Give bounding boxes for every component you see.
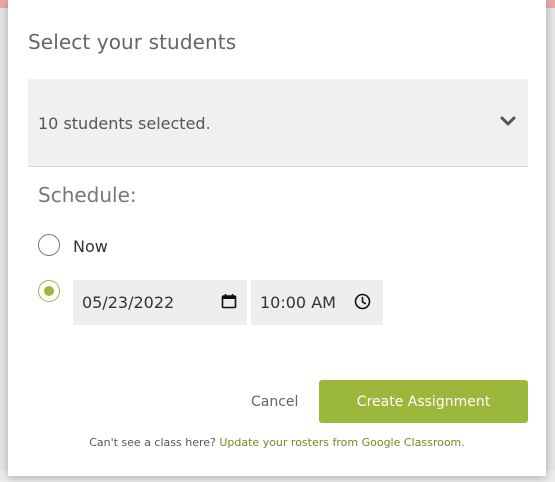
schedule-label: Schedule: (38, 183, 137, 207)
roster-footer: Can't see a class here? Update your rost… (8, 436, 546, 449)
schedule-date-radio[interactable] (38, 280, 60, 302)
clock-icon[interactable] (354, 293, 371, 310)
schedule-time-input[interactable]: 10:00 AM (251, 280, 383, 325)
footer-prefix: Can't see a class here? (89, 436, 216, 449)
update-rosters-link[interactable]: Update your rosters from Google Classroo… (219, 436, 464, 449)
select-students-modal: Select your students 10 students selecte… (8, 0, 546, 476)
chevron-down-icon (500, 116, 516, 126)
calendar-icon[interactable] (221, 293, 237, 309)
date-value: 05/23/2022 (82, 293, 175, 312)
schedule-now-radio[interactable] (38, 234, 60, 256)
modal-title: Select your students (28, 30, 237, 54)
schedule-date-input[interactable]: 05/23/2022 (73, 280, 247, 325)
students-dropdown[interactable]: 10 students selected. (28, 79, 528, 167)
cancel-button[interactable]: Cancel (251, 394, 298, 410)
time-value: 10:00 AM (260, 293, 336, 312)
radio-selected-dot (44, 286, 54, 296)
students-selected-text: 10 students selected. (38, 114, 211, 133)
schedule-now-label[interactable]: Now (73, 237, 108, 256)
create-assignment-button[interactable]: Create Assignment (319, 380, 528, 423)
